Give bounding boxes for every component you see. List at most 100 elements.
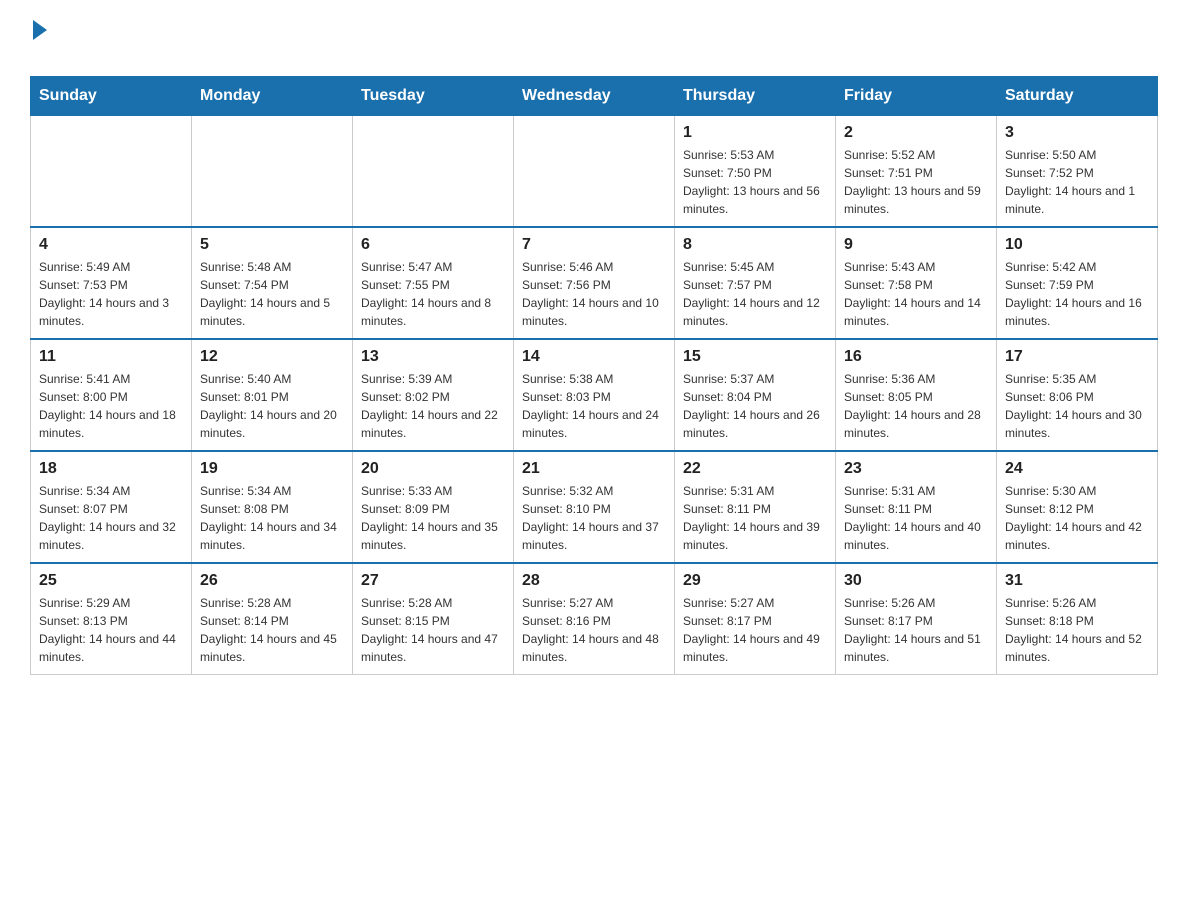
calendar-header-friday: Friday (836, 77, 997, 116)
calendar-header-saturday: Saturday (997, 77, 1158, 116)
day-number: 17 (1005, 348, 1149, 366)
day-number: 23 (844, 460, 988, 478)
day-number: 18 (39, 460, 183, 478)
day-info: Sunrise: 5:41 AMSunset: 8:00 PMDaylight:… (39, 370, 183, 442)
day-info: Sunrise: 5:30 AMSunset: 8:12 PMDaylight:… (1005, 482, 1149, 554)
page-header (30, 20, 1158, 66)
day-info: Sunrise: 5:27 AMSunset: 8:16 PMDaylight:… (522, 594, 666, 666)
day-info: Sunrise: 5:31 AMSunset: 8:11 PMDaylight:… (683, 482, 827, 554)
calendar-cell (31, 116, 192, 228)
day-number: 8 (683, 236, 827, 254)
calendar-cell: 5 Sunrise: 5:48 AMSunset: 7:54 PMDaylight… (192, 227, 353, 339)
day-info: Sunrise: 5:39 AMSunset: 8:02 PMDaylight:… (361, 370, 505, 442)
day-number: 10 (1005, 236, 1149, 254)
day-number: 26 (200, 572, 344, 590)
day-info: Sunrise: 5:35 AMSunset: 8:06 PMDaylight:… (1005, 370, 1149, 442)
calendar-week-row: 18 Sunrise: 5:34 AMSunset: 8:07 PMDayligh… (31, 451, 1158, 563)
day-info: Sunrise: 5:28 AMSunset: 8:15 PMDaylight:… (361, 594, 505, 666)
calendar-cell: 21 Sunrise: 5:32 AMSunset: 8:10 PMDayligh… (514, 451, 675, 563)
calendar-cell: 19 Sunrise: 5:34 AMSunset: 8:08 PMDayligh… (192, 451, 353, 563)
calendar-cell: 30 Sunrise: 5:26 AMSunset: 8:17 PMDayligh… (836, 563, 997, 675)
day-number: 2 (844, 124, 988, 142)
day-number: 11 (39, 348, 183, 366)
day-info: Sunrise: 5:40 AMSunset: 8:01 PMDaylight:… (200, 370, 344, 442)
calendar-header-row: SundayMondayTuesdayWednesdayThursdayFrid… (31, 77, 1158, 116)
day-info: Sunrise: 5:38 AMSunset: 8:03 PMDaylight:… (522, 370, 666, 442)
day-number: 7 (522, 236, 666, 254)
day-info: Sunrise: 5:42 AMSunset: 7:59 PMDaylight:… (1005, 258, 1149, 330)
calendar-cell: 9 Sunrise: 5:43 AMSunset: 7:58 PMDaylight… (836, 227, 997, 339)
calendar-cell: 25 Sunrise: 5:29 AMSunset: 8:13 PMDayligh… (31, 563, 192, 675)
day-info: Sunrise: 5:34 AMSunset: 8:08 PMDaylight:… (200, 482, 344, 554)
calendar-cell: 14 Sunrise: 5:38 AMSunset: 8:03 PMDayligh… (514, 339, 675, 451)
calendar-cell: 28 Sunrise: 5:27 AMSunset: 8:16 PMDayligh… (514, 563, 675, 675)
day-info: Sunrise: 5:50 AMSunset: 7:52 PMDaylight:… (1005, 146, 1149, 218)
day-number: 16 (844, 348, 988, 366)
day-info: Sunrise: 5:52 AMSunset: 7:51 PMDaylight:… (844, 146, 988, 218)
day-number: 27 (361, 572, 505, 590)
day-number: 12 (200, 348, 344, 366)
calendar-cell: 26 Sunrise: 5:28 AMSunset: 8:14 PMDayligh… (192, 563, 353, 675)
day-number: 4 (39, 236, 183, 254)
calendar-header-wednesday: Wednesday (514, 77, 675, 116)
calendar-cell: 13 Sunrise: 5:39 AMSunset: 8:02 PMDayligh… (353, 339, 514, 451)
calendar-cell: 8 Sunrise: 5:45 AMSunset: 7:57 PMDaylight… (675, 227, 836, 339)
day-number: 25 (39, 572, 183, 590)
day-info: Sunrise: 5:48 AMSunset: 7:54 PMDaylight:… (200, 258, 344, 330)
day-info: Sunrise: 5:36 AMSunset: 8:05 PMDaylight:… (844, 370, 988, 442)
day-info: Sunrise: 5:26 AMSunset: 8:18 PMDaylight:… (1005, 594, 1149, 666)
day-info: Sunrise: 5:32 AMSunset: 8:10 PMDaylight:… (522, 482, 666, 554)
day-info: Sunrise: 5:28 AMSunset: 8:14 PMDaylight:… (200, 594, 344, 666)
calendar-cell (353, 116, 514, 228)
day-info: Sunrise: 5:31 AMSunset: 8:11 PMDaylight:… (844, 482, 988, 554)
day-info: Sunrise: 5:43 AMSunset: 7:58 PMDaylight:… (844, 258, 988, 330)
day-info: Sunrise: 5:53 AMSunset: 7:50 PMDaylight:… (683, 146, 827, 218)
calendar-header-sunday: Sunday (31, 77, 192, 116)
day-info: Sunrise: 5:26 AMSunset: 8:17 PMDaylight:… (844, 594, 988, 666)
day-number: 24 (1005, 460, 1149, 478)
calendar-cell: 1Sunrise: 5:53 AMSunset: 7:50 PMDaylight… (675, 116, 836, 228)
day-number: 22 (683, 460, 827, 478)
calendar-cell (192, 116, 353, 228)
day-info: Sunrise: 5:29 AMSunset: 8:13 PMDaylight:… (39, 594, 183, 666)
calendar-cell: 29Sunrise: 5:27 AMSunset: 8:17 PMDayligh… (675, 563, 836, 675)
day-number: 31 (1005, 572, 1149, 590)
calendar-cell: 22 Sunrise: 5:31 AMSunset: 8:11 PMDayligh… (675, 451, 836, 563)
day-number: 20 (361, 460, 505, 478)
calendar-week-row: 4 Sunrise: 5:49 AMSunset: 7:53 PMDaylight… (31, 227, 1158, 339)
calendar-cell: 27 Sunrise: 5:28 AMSunset: 8:15 PMDayligh… (353, 563, 514, 675)
day-number: 21 (522, 460, 666, 478)
calendar-cell: 18 Sunrise: 5:34 AMSunset: 8:07 PMDayligh… (31, 451, 192, 563)
day-number: 19 (200, 460, 344, 478)
day-number: 14 (522, 348, 666, 366)
day-number: 30 (844, 572, 988, 590)
calendar-cell: 24 Sunrise: 5:30 AMSunset: 8:12 PMDayligh… (997, 451, 1158, 563)
logo (30, 20, 47, 66)
calendar-header-monday: Monday (192, 77, 353, 116)
calendar-cell: 4 Sunrise: 5:49 AMSunset: 7:53 PMDaylight… (31, 227, 192, 339)
calendar-header-thursday: Thursday (675, 77, 836, 116)
day-number: 3 (1005, 124, 1149, 142)
day-number: 5 (200, 236, 344, 254)
calendar-cell: 15Sunrise: 5:37 AMSunset: 8:04 PMDayligh… (675, 339, 836, 451)
day-info: Sunrise: 5:49 AMSunset: 7:53 PMDaylight:… (39, 258, 183, 330)
calendar-cell (514, 116, 675, 228)
day-info: Sunrise: 5:37 AMSunset: 8:04 PMDaylight:… (683, 370, 827, 442)
calendar-cell: 3 Sunrise: 5:50 AMSunset: 7:52 PMDaylight… (997, 116, 1158, 228)
calendar-cell: 31 Sunrise: 5:26 AMSunset: 8:18 PMDayligh… (997, 563, 1158, 675)
calendar-cell: 10 Sunrise: 5:42 AMSunset: 7:59 PMDayligh… (997, 227, 1158, 339)
day-number: 13 (361, 348, 505, 366)
calendar-cell: 7Sunrise: 5:46 AMSunset: 7:56 PMDaylight… (514, 227, 675, 339)
day-info: Sunrise: 5:34 AMSunset: 8:07 PMDaylight:… (39, 482, 183, 554)
logo-arrow-icon (33, 20, 47, 40)
calendar-week-row: 11 Sunrise: 5:41 AMSunset: 8:00 PMDayligh… (31, 339, 1158, 451)
day-info: Sunrise: 5:45 AMSunset: 7:57 PMDaylight:… (683, 258, 827, 330)
calendar-cell: 2 Sunrise: 5:52 AMSunset: 7:51 PMDaylight… (836, 116, 997, 228)
calendar-cell: 12 Sunrise: 5:40 AMSunset: 8:01 PMDayligh… (192, 339, 353, 451)
day-number: 9 (844, 236, 988, 254)
calendar-week-row: 1Sunrise: 5:53 AMSunset: 7:50 PMDaylight… (31, 116, 1158, 228)
day-number: 29 (683, 572, 827, 590)
calendar-cell: 20Sunrise: 5:33 AMSunset: 8:09 PMDayligh… (353, 451, 514, 563)
day-number: 28 (522, 572, 666, 590)
calendar-cell: 23 Sunrise: 5:31 AMSunset: 8:11 PMDayligh… (836, 451, 997, 563)
